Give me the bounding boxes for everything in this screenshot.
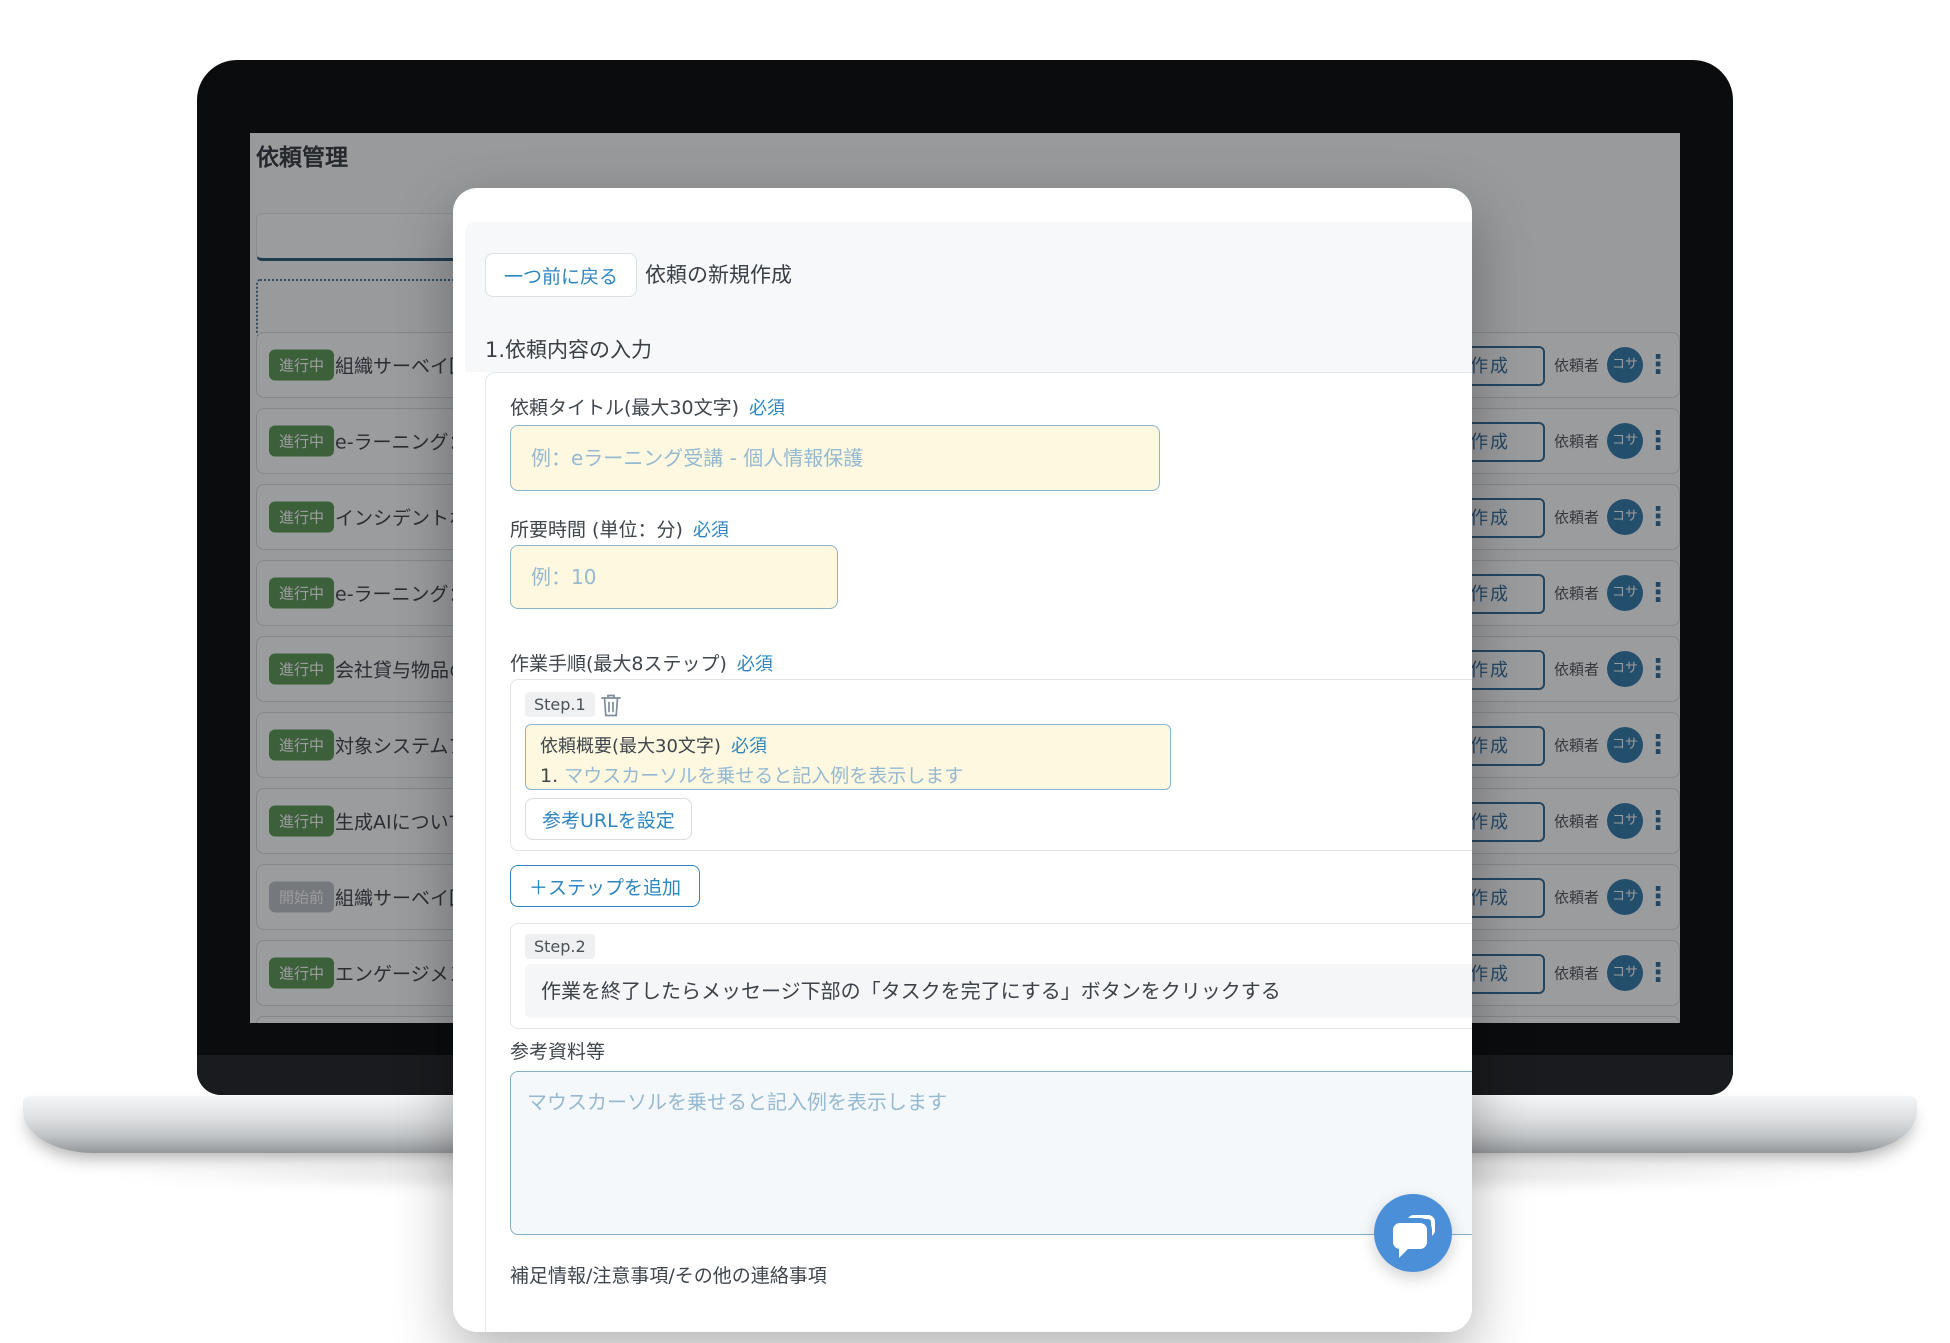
request-form-card: 依頼タイトル(最大30文字) 必須 所要時間 (単位：分) 必須 作業手順(最大8ス… (485, 372, 1472, 1332)
back-button[interactable]: 一つ前に戻る (485, 253, 637, 297)
page-background: 依頼管理 進行中組織サーベイ回新規作成依頼者コサ⋮進行中e-ラーニング：新規作成… (0, 0, 1950, 1343)
required-badge: 必須 (737, 654, 773, 675)
required-badge: 必須 (693, 520, 729, 541)
section-heading: 1.依頼内容の入力 (485, 334, 652, 364)
step-summary-input[interactable]: 依頼概要(最大30文字) 必須 1. マウスカーソルを乗せると記入例を表示します (525, 724, 1171, 790)
step-summary-placeholder-text: マウスカーソルを乗せると記入例を表示します (564, 765, 963, 787)
step-summary-label-text: 依頼概要(最大30文字) (540, 736, 721, 757)
reference-textarea[interactable] (510, 1071, 1472, 1235)
request-title-label-text: 依頼タイトル(最大30文字) (510, 397, 739, 419)
duration-input[interactable] (510, 545, 838, 609)
delete-step-icon[interactable] (599, 692, 623, 718)
required-badge: 必須 (731, 736, 767, 757)
request-title-label: 依頼タイトル(最大30文字) 必須 (510, 393, 785, 420)
steps-label: 作業手順(最大8ステップ) 必須 (510, 649, 773, 676)
supplement-label: 補足情報/注意事項/その他の連絡事項 (510, 1261, 827, 1288)
steps-label-text: 作業手順(最大8ステップ) (510, 653, 727, 675)
step-number-prefix: 1. (540, 765, 558, 787)
new-request-modal: 一つ前に戻る 依頼の新規作成 1.依頼内容の入力 依頼タイトル(最大30文字) 必… (453, 188, 1472, 1332)
chat-widget-button[interactable] (1374, 1194, 1452, 1272)
step1-container: Step.1 依頼概要(最大30文字) 必須 1. マウスカーソルを乗せると記入例… (510, 679, 1472, 851)
step2-text: 作業を終了したらメッセージ下部の「タスクを完了にする」ボタンをクリックする (525, 964, 1472, 1018)
chat-bubble-front (1393, 1223, 1427, 1249)
step-summary-placeholder: 1. マウスカーソルを乗せると記入例を表示します (540, 761, 1156, 788)
step2-chip: Step.2 (525, 934, 595, 959)
add-step-button[interactable]: ＋ステップを追加 (510, 865, 700, 907)
request-title-input[interactable] (510, 425, 1160, 491)
step-summary-label: 依頼概要(最大30文字) 必須 (540, 732, 1156, 758)
set-reference-url-button[interactable]: 参考URLを設定 (525, 798, 692, 840)
duration-label: 所要時間 (単位：分) 必須 (510, 515, 729, 542)
modal-title: 依頼の新規作成 (645, 253, 792, 297)
chat-bubble-icon (1393, 1215, 1435, 1251)
duration-label-text: 所要時間 (単位：分) (510, 519, 683, 541)
required-badge: 必須 (749, 398, 785, 419)
step2-container: Step.2 作業を終了したらメッセージ下部の「タスクを完了にする」ボタンをクリ… (510, 923, 1472, 1029)
step1-chip: Step.1 (525, 692, 595, 717)
reference-label: 参考資料等 (510, 1037, 605, 1064)
